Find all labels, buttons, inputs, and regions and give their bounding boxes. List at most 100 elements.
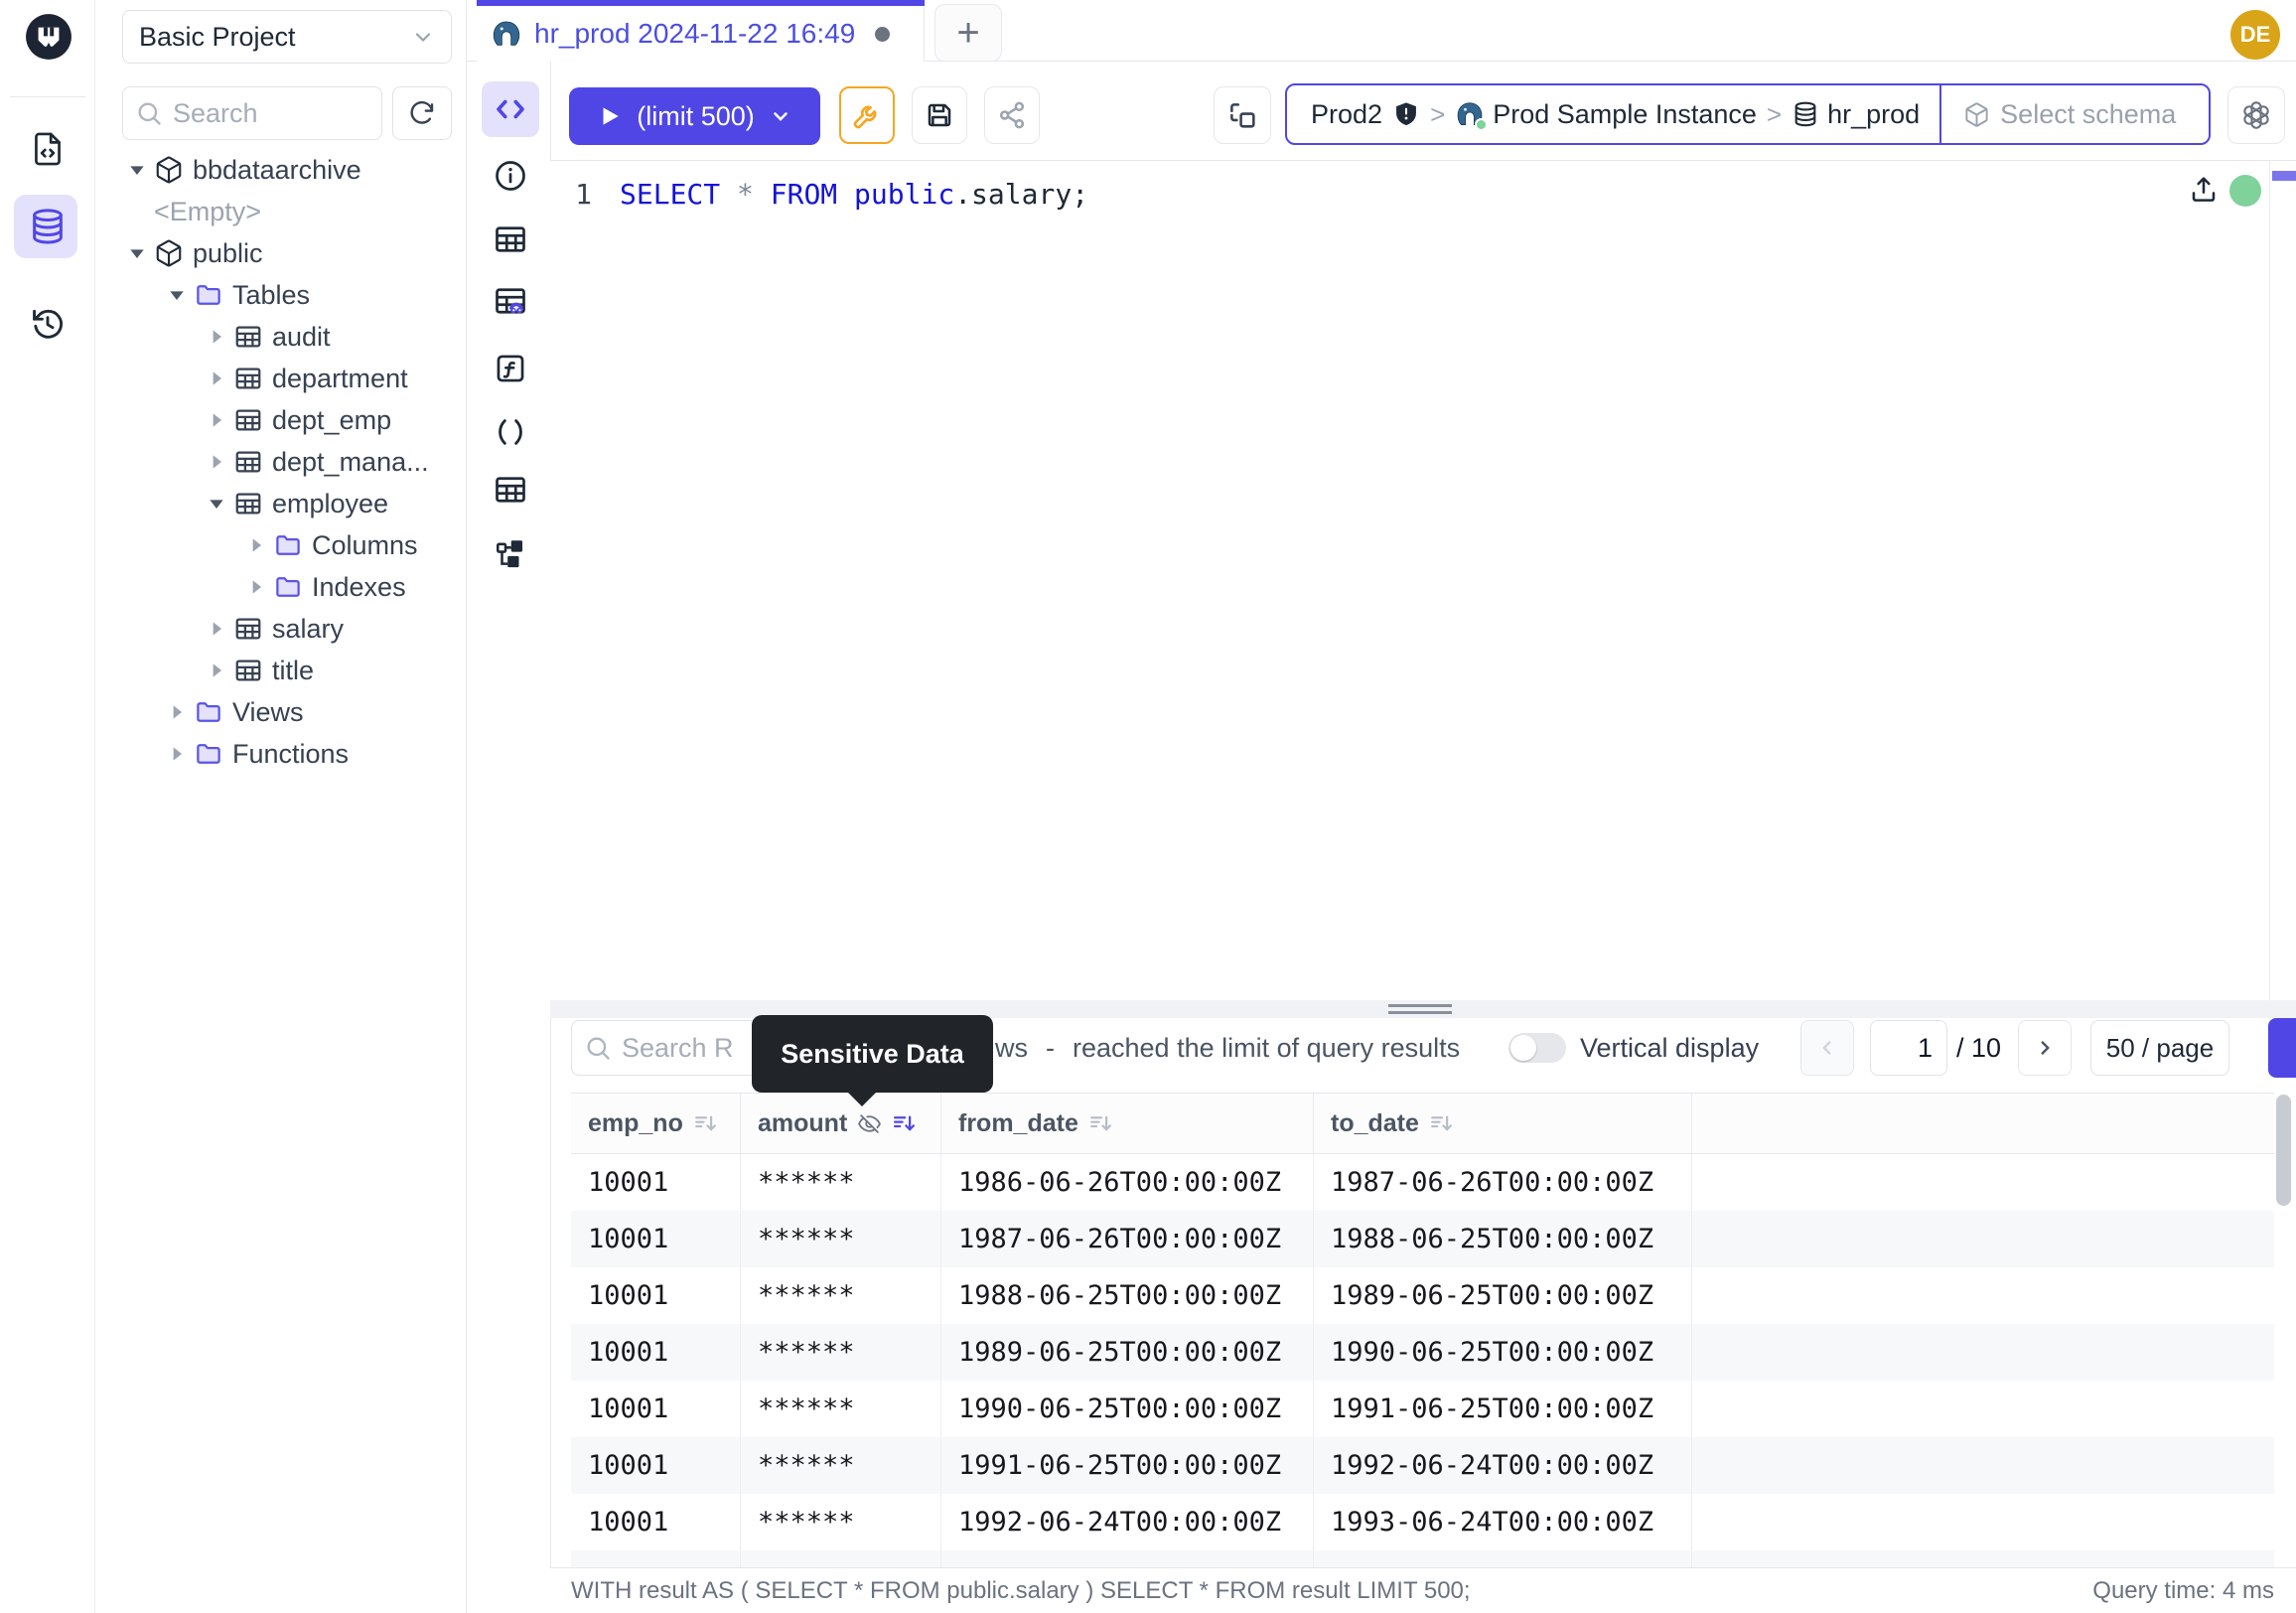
- code-token-keyword: public: [854, 178, 954, 211]
- share-button[interactable]: [984, 86, 1040, 144]
- tree-item-empty[interactable]: <Empty>: [95, 191, 467, 232]
- export-button[interactable]: [2268, 1018, 2296, 1078]
- connection-breadcrumb[interactable]: Prod2 > Prod Sample Instance > hr_prod S…: [1285, 83, 2211, 145]
- grid-icon[interactable]: [492, 471, 529, 509]
- schema-cube-icon: [154, 155, 184, 185]
- page-total-label: / 10: [1956, 1020, 2001, 1076]
- chevron-down-icon[interactable]: [160, 285, 194, 305]
- ai-assistant-button[interactable]: [2227, 86, 2285, 144]
- user-avatar[interactable]: DE: [2230, 10, 2280, 60]
- chevron-right-icon[interactable]: [239, 535, 273, 555]
- masked-table-icon[interactable]: [492, 282, 529, 320]
- sort-icon[interactable]: [1429, 1111, 1454, 1136]
- sql-editor-pane[interactable]: 1 SELECT * FROM public.salary;: [550, 161, 2296, 1000]
- chevron-right-icon[interactable]: [200, 452, 233, 472]
- table-panel-icon[interactable]: [492, 220, 529, 258]
- tree-item-audit[interactable]: audit: [95, 316, 467, 358]
- tab-active[interactable]: hr_prod 2024-11-22 16:49: [477, 0, 925, 62]
- format-sql-button[interactable]: [839, 86, 895, 144]
- sort-icon[interactable]: [1088, 1111, 1113, 1136]
- project-select[interactable]: Basic Project: [122, 10, 452, 64]
- info-icon[interactable]: [492, 157, 529, 195]
- tree-item-dept-emp[interactable]: dept_emp: [95, 399, 467, 441]
- table-row[interactable]: 10001******1991-06-25T00:00:00Z1992-06-2…: [571, 1437, 2274, 1494]
- table-row[interactable]: 10001******1993-06-24T00:00:00Z1994-06-2…: [571, 1550, 2274, 1567]
- tooltip-arrow: [846, 1091, 878, 1106]
- history-icon[interactable]: [28, 304, 68, 344]
- schema-diagram-icon[interactable]: [492, 534, 529, 572]
- chevron-down-icon[interactable]: [120, 243, 154, 263]
- chevron-right-icon[interactable]: [239, 577, 273, 597]
- page-number-input[interactable]: 1: [1870, 1020, 1947, 1076]
- tree-item-label: title: [272, 656, 314, 686]
- tree-item-label: Tables: [232, 280, 310, 311]
- editor-scrollbar-thumb[interactable]: [2272, 171, 2296, 181]
- column-header-emp-no[interactable]: emp_no: [571, 1094, 741, 1153]
- tree-item-views[interactable]: Views: [95, 691, 467, 733]
- refresh-button[interactable]: [392, 86, 452, 140]
- chevron-right-icon[interactable]: [160, 744, 194, 764]
- chevron-right-icon[interactable]: [200, 410, 233, 430]
- tree-item-tables[interactable]: Tables: [95, 274, 467, 316]
- upload-icon[interactable]: [2185, 171, 2223, 209]
- folder-icon: [194, 280, 223, 310]
- table-cell: 1988-06-25T00:00:00Z: [941, 1267, 1314, 1324]
- sort-icon[interactable]: [693, 1111, 718, 1136]
- table-row[interactable]: 10001******1990-06-25T00:00:00Z1991-06-2…: [571, 1381, 2274, 1437]
- tree-item-indexes[interactable]: Indexes: [95, 566, 467, 608]
- code-icon[interactable]: [489, 87, 532, 131]
- page-size-select[interactable]: 50 / page: [2090, 1020, 2229, 1076]
- column-header-amount[interactable]: amount: [741, 1094, 941, 1153]
- tree-item-department[interactable]: department: [95, 358, 467, 399]
- connection-status-dot: [2229, 175, 2261, 207]
- table-row[interactable]: 10001******1987-06-26T00:00:00Z1988-06-2…: [571, 1211, 2274, 1267]
- tree-item-functions[interactable]: Functions: [95, 733, 467, 775]
- column-header-from-date[interactable]: from_date: [941, 1094, 1314, 1153]
- chevron-right-icon[interactable]: [200, 619, 233, 639]
- table-cell-filler: [1692, 1494, 2274, 1550]
- chevron-down-icon[interactable]: [200, 494, 233, 513]
- table-icon: [233, 656, 263, 685]
- table-row[interactable]: 10001******1989-06-25T00:00:00Z1990-06-2…: [571, 1324, 2274, 1381]
- table-row[interactable]: 10001******1986-06-26T00:00:00Z1987-06-2…: [571, 1154, 2274, 1211]
- schema-select[interactable]: Select schema: [1939, 85, 2209, 143]
- parentheses-icon[interactable]: [492, 413, 529, 451]
- tree-item-salary[interactable]: salary: [95, 608, 467, 650]
- chevron-right-icon[interactable]: [200, 660, 233, 680]
- tree-item-title[interactable]: title: [95, 650, 467, 691]
- table-row[interactable]: 10001******1992-06-24T00:00:00Z1993-06-2…: [571, 1494, 2274, 1550]
- chevron-right-icon[interactable]: [200, 327, 233, 347]
- chevron-right-icon[interactable]: [160, 702, 194, 722]
- batch-query-button[interactable]: [1214, 86, 1271, 144]
- table-cell-filler: [1692, 1267, 2274, 1324]
- table-scrollbar-thumb[interactable]: [2276, 1095, 2291, 1206]
- table-cell: 10001: [571, 1381, 741, 1437]
- tree-item-bbdataarchive[interactable]: bbdataarchive: [95, 149, 467, 191]
- run-query-button[interactable]: (limit 500): [569, 87, 820, 145]
- function-icon[interactable]: [492, 350, 529, 387]
- splitter-handle-icon[interactable]: [1388, 1004, 1452, 1014]
- tree-item-columns[interactable]: Columns: [95, 524, 467, 566]
- bytebase-logo-icon[interactable]: [24, 12, 73, 62]
- sort-icon-active[interactable]: [892, 1111, 917, 1136]
- worksheet-icon[interactable]: [28, 129, 68, 169]
- tree-item-employee[interactable]: employee: [95, 483, 467, 524]
- prev-page-button[interactable]: [1800, 1020, 1854, 1076]
- chevron-right-icon[interactable]: [200, 368, 233, 388]
- table-cell: 10001: [571, 1550, 741, 1567]
- next-page-button[interactable]: [2018, 1020, 2072, 1076]
- tree-item-public[interactable]: public: [95, 232, 467, 274]
- table-cell: ******: [741, 1494, 941, 1550]
- table-cell: 10001: [571, 1437, 741, 1494]
- new-tab-button[interactable]: +: [934, 4, 1002, 62]
- tree-item-dept-mana[interactable]: dept_mana...: [95, 441, 467, 483]
- column-header-to-date[interactable]: to_date: [1314, 1094, 1692, 1153]
- chevron-down-icon[interactable]: [120, 160, 154, 180]
- database-icon[interactable]: [28, 207, 68, 246]
- vertical-display-toggle[interactable]: [1508, 1033, 1566, 1063]
- table-cell: ******: [741, 1211, 941, 1267]
- status-bar: WITH result AS ( SELECT * FROM public.sa…: [550, 1567, 2296, 1613]
- sidebar-search-input[interactable]: Search: [122, 86, 382, 140]
- save-button[interactable]: [912, 86, 967, 144]
- table-row[interactable]: 10001******1988-06-25T00:00:00Z1989-06-2…: [571, 1267, 2274, 1324]
